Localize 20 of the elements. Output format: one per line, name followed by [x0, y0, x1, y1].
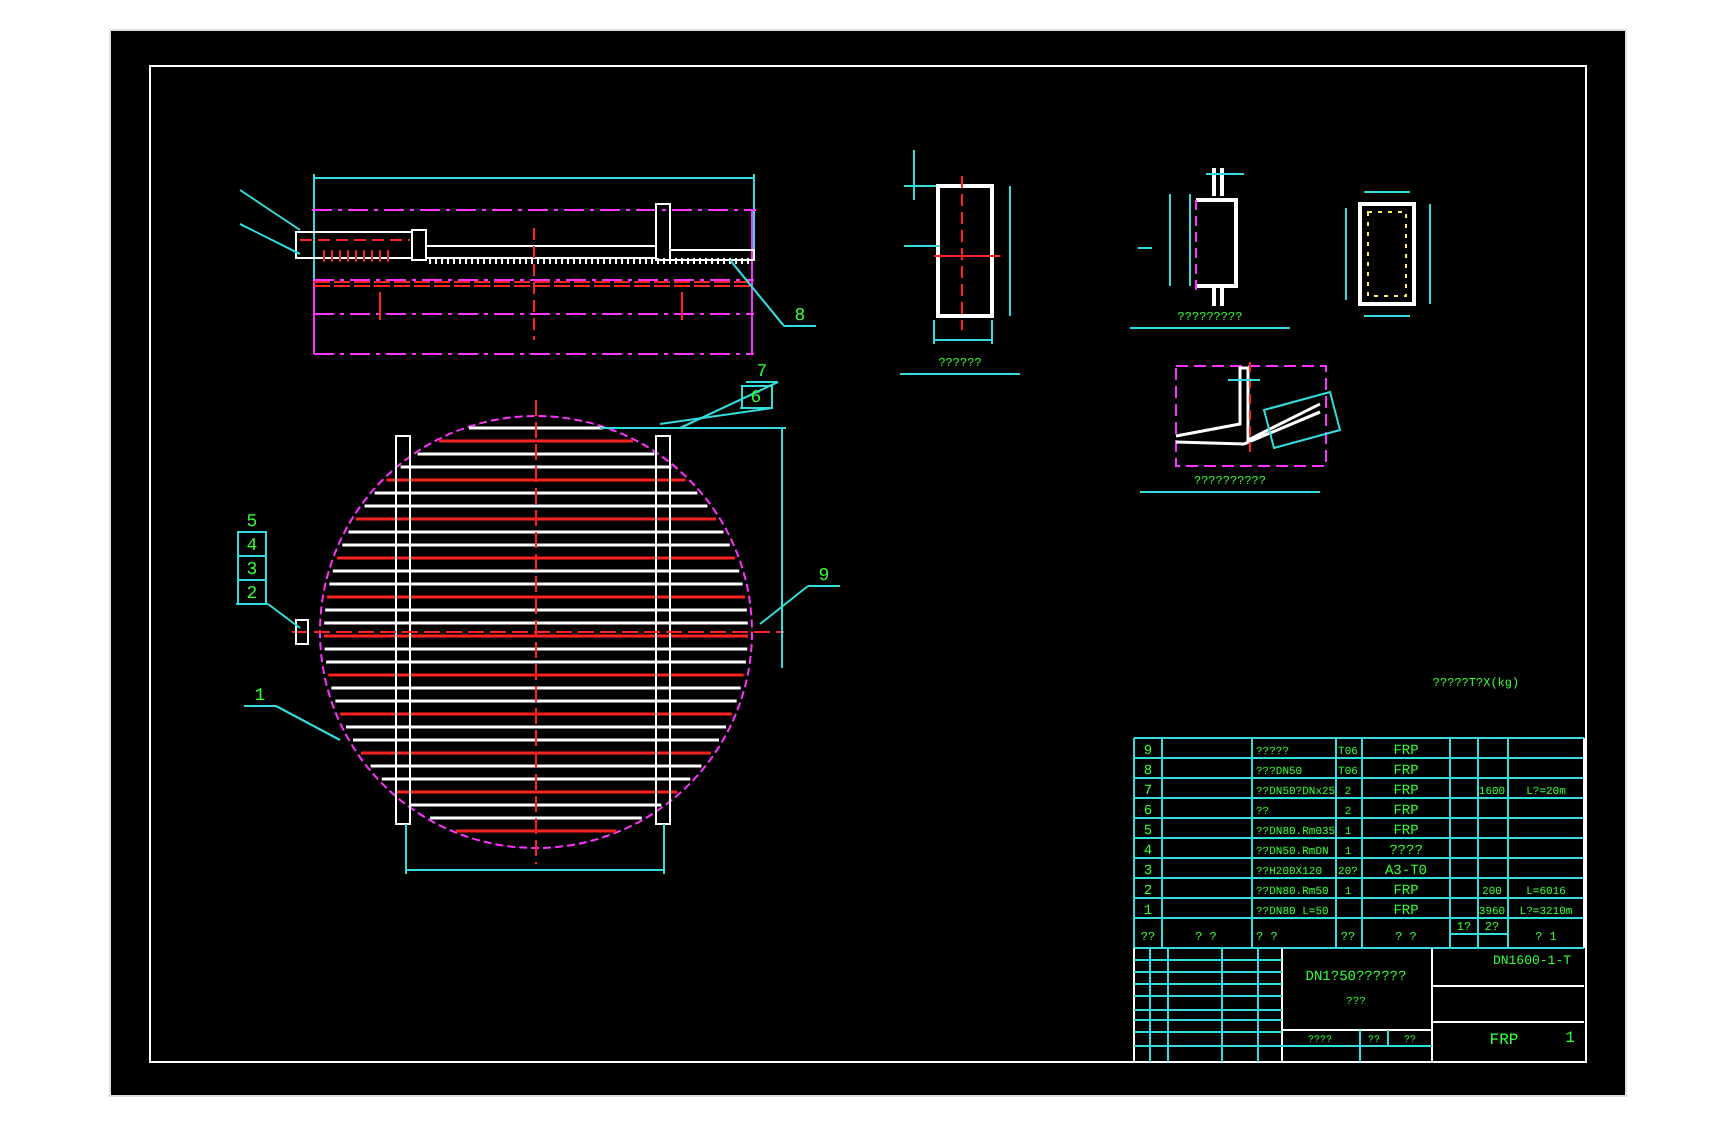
callout-number: 9	[818, 566, 830, 586]
callout-number: 8	[794, 306, 806, 326]
callout-number: 6	[750, 388, 762, 408]
callout-number: 1	[254, 686, 266, 706]
channel-section-drawing	[1345, 191, 1431, 317]
callout-number: 4	[246, 536, 258, 556]
channel-section-drawing	[1137, 166, 1245, 308]
callout-number: 7	[756, 362, 768, 382]
callout-number: 5	[246, 512, 258, 532]
callout-frame	[237, 579, 267, 605]
sheet-number: 1	[1565, 1030, 1575, 1048]
callout-frame	[741, 385, 773, 409]
callout-frame	[237, 531, 267, 557]
callout-frame	[237, 555, 267, 581]
material-text: FRP	[1489, 1032, 1519, 1050]
leader-line	[243, 705, 341, 741]
leader-line	[759, 585, 841, 625]
callout-number: 2	[246, 584, 258, 604]
leader-line	[729, 259, 817, 327]
callout-number: 3	[246, 560, 258, 580]
